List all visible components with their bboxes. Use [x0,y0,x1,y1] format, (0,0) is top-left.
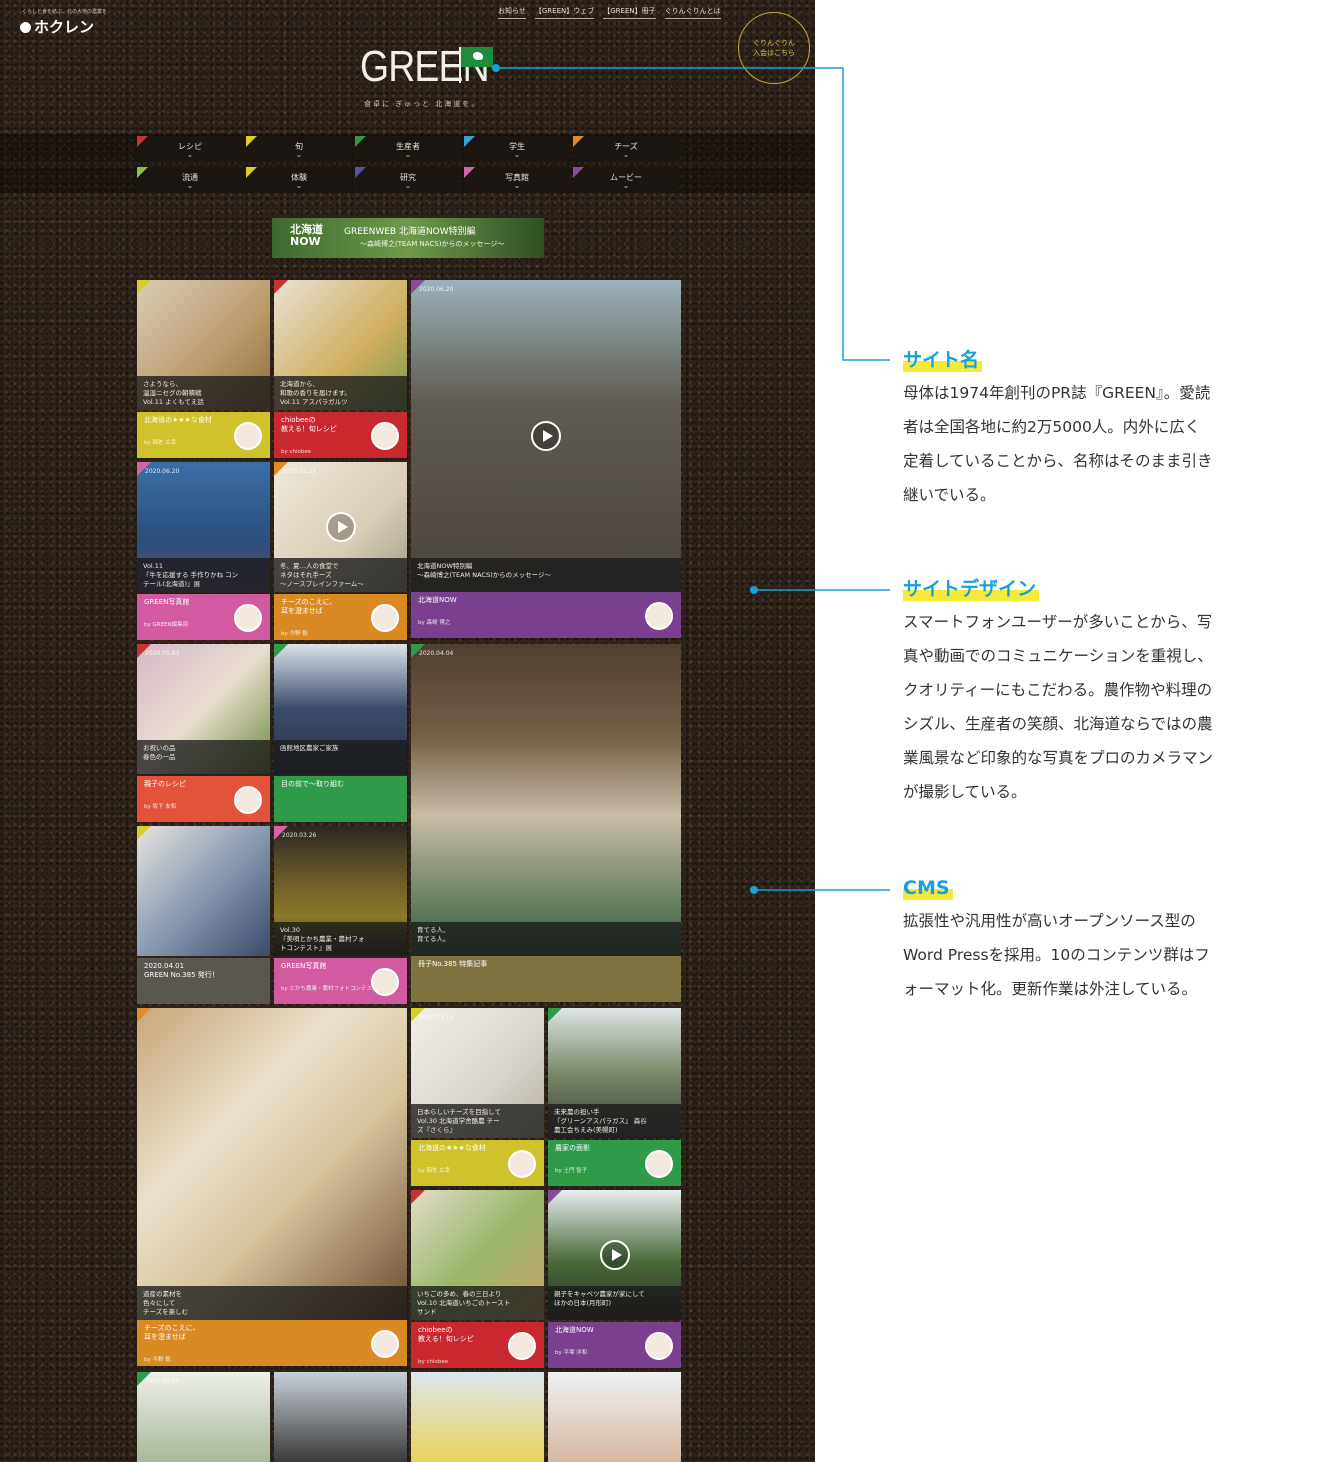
annotation-line: 継いでいる。 [903,486,996,504]
annotation-line: 業風景など印象的な写真をプロのカメラマン [903,749,1214,767]
annotation-line: シズル、生産者の笑顔、北海道ならではの農 [903,715,1213,733]
annotation-heading: サイトデザイン [903,577,1040,601]
leader-dot-cms [750,886,758,894]
leader-dot-site-name [492,64,500,72]
annotation-line: クオリティーにもこだわる。農作物や料理の [903,681,1213,699]
annotation-site-name: サイト名 母体は1974年創刊のPR誌『GREEN』。愛読 者は全国各地に約2万… [903,348,1328,512]
leader-dot-site-design [750,586,758,594]
annotation-line: Word Pressを採用。10のコンテンツ群はフ [903,946,1210,964]
annotation-line: 定着していることから、名称はそのまま引き [903,452,1213,470]
annotation-line: ォーマット化。更新作業は外注している。 [903,980,1198,998]
annotation-line: 母体は1974年創刊のPR誌『GREEN』。愛読 [903,384,1211,402]
annotation-line: 者は全国各地に約2万5000人。内外に広く [903,418,1201,436]
annotation-line: 真や動画でのコミュニケーションを重視し、 [903,647,1213,665]
annotation-site-design: サイトデザイン スマートフォンユーザーが多いことから、写 真や動画でのコミュニケ… [903,577,1328,809]
annotation-line: 拡張性や汎用性が高いオープンソース型の [903,912,1196,930]
annotation-heading: サイト名 [903,348,983,372]
annotation-line: が撮影している。 [903,783,1027,801]
leader-line-site-name [496,67,890,361]
annotation-cms: CMS 拡張性や汎用性が高いオープンソース型の Word Pressを採用。10… [903,876,1328,1006]
annotation-line: スマートフォンユーザーが多いことから、写 [903,613,1213,631]
annotation-heading: CMS [903,876,953,900]
